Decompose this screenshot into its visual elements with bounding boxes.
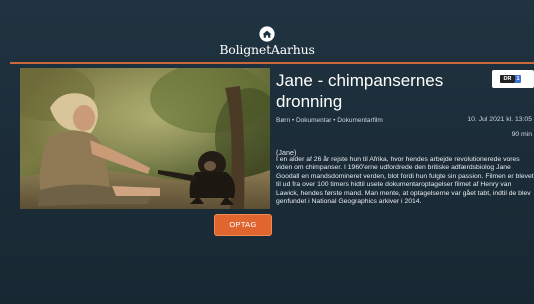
- header-divider: [10, 62, 534, 64]
- brand-name: BolignetAarhus: [219, 42, 315, 57]
- poster-image: [20, 68, 270, 209]
- channel-logo-number: 1: [515, 75, 521, 83]
- program-description: I en alder af 26 år rejste hun til Afrik…: [276, 156, 534, 206]
- program-detail-screen: BolignetAarhus OPTAG Jane - chimpanserne…: [0, 0, 534, 304]
- program-title: Jane - chimpansernes dronning: [276, 71, 444, 111]
- program-duration: 90 min: [511, 131, 532, 138]
- program-airdate: 10. Jul 2021 kl. 13:05: [467, 116, 532, 123]
- channel-logo: DR 1: [492, 70, 534, 88]
- record-button[interactable]: OPTAG: [215, 215, 271, 235]
- header: BolignetAarhus: [0, 0, 534, 60]
- program-poster: [20, 68, 270, 209]
- house-logo-icon: [259, 26, 275, 42]
- program-genres: Børn • Dokumentar • Dokumentarfilm: [276, 117, 383, 124]
- channel-logo-text: DR: [500, 75, 515, 83]
